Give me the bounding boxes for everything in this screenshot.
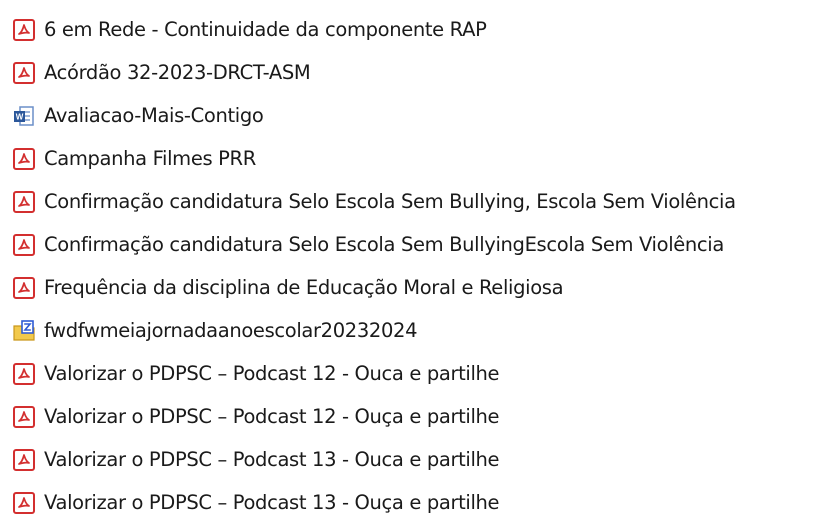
file-name: Valorizar o PDPSC – Podcast 13 - Ouça e … [44,491,500,515]
file-item[interactable]: Confirmação candidatura Selo Escola Sem … [8,185,736,219]
file-name: Confirmação candidatura Selo Escola Sem … [44,190,736,214]
pdf-icon [13,19,35,41]
file-item[interactable]: Valorizar o PDPSC – Podcast 12 - Ouca e … [8,357,500,391]
zip-folder-icon [13,320,35,341]
file-name: Confirmação candidatura Selo Escola Sem … [44,233,724,257]
pdf-icon [13,148,35,170]
file-item[interactable]: Frequência da disciplina de Educação Mor… [8,271,564,305]
file-name: Acórdão 32-2023-DRCT-ASM [44,61,311,85]
svg-text:W: W [16,113,24,122]
file-name: Avaliacao-Mais-Contigo [44,104,264,128]
file-item[interactable]: Valorizar o PDPSC – Podcast 13 - Ouça e … [8,486,500,520]
file-item[interactable]: Confirmação candidatura Selo Escola Sem … [8,228,724,262]
file-name: 6 em Rede - Continuidade da componente R… [44,18,487,42]
pdf-icon [13,62,35,84]
file-name: Valorizar o PDPSC – Podcast 12 - Ouça e … [44,405,500,429]
file-item[interactable]: Campanha Filmes PRR [8,142,256,176]
pdf-icon [13,277,35,299]
pdf-icon [13,406,35,428]
file-name: Frequência da disciplina de Educação Mor… [44,276,564,300]
file-name: Valorizar o PDPSC – Podcast 12 - Ouca e … [44,362,500,386]
file-item[interactable]: Valorizar o PDPSC – Podcast 13 - Ouca e … [8,443,500,477]
file-name: Campanha Filmes PRR [44,147,256,171]
file-item[interactable]: fwdfwmeiajornadaanoescolar20232024 [8,314,417,348]
pdf-icon [13,449,35,471]
pdf-icon [13,492,35,514]
file-item[interactable]: W Avaliacao-Mais-Contigo [8,99,264,133]
file-item[interactable]: 6 em Rede - Continuidade da componente R… [8,13,487,47]
file-item[interactable]: Acórdão 32-2023-DRCT-ASM [8,56,311,90]
file-name: Valorizar o PDPSC – Podcast 13 - Ouca e … [44,448,500,472]
file-item[interactable]: Valorizar o PDPSC – Podcast 12 - Ouça e … [8,400,500,434]
file-name: fwdfwmeiajornadaanoescolar20232024 [44,319,418,343]
pdf-icon [13,191,35,213]
pdf-icon [13,363,35,385]
pdf-icon [13,234,35,256]
file-list: 6 em Rede - Continuidade da componente R… [0,0,828,532]
word-icon: W [14,106,34,126]
